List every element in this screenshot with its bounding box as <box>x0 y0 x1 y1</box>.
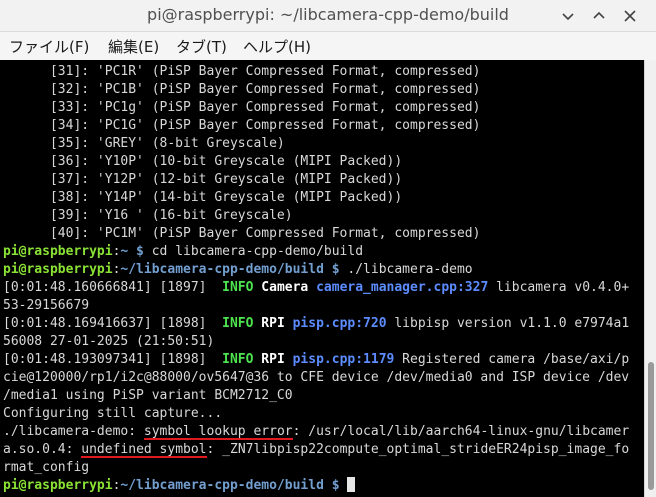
prompt-user: pi@raspberrypi <box>3 244 113 259</box>
menu-tabs[interactable]: タブ(T) <box>176 36 227 57</box>
menu-file[interactable]: ファイル(F) <box>9 36 89 57</box>
prompt-user: pi@raspberrypi <box>3 478 113 493</box>
log-line: [0:01:48.160666841] [1897] INFO Camera c… <box>3 279 629 297</box>
error-line: a.so.0.4: undefined symbol: _ZN7libpisp2… <box>3 441 629 459</box>
error-prefix: ./libcamera-demo: <box>3 424 144 439</box>
log-source: pisp.cpp:1179 <box>292 352 395 367</box>
prompt-user: pi@raspberrypi <box>3 262 113 277</box>
log-level: INFO <box>222 352 254 367</box>
log-message: libcamera v0.4.0+ <box>488 280 630 295</box>
text-cursor <box>347 477 356 492</box>
maximize-icon[interactable] <box>589 6 609 26</box>
terminal-window: pi@raspberrypi: ~/libcamera-cpp-demo/bui… <box>0 0 656 497</box>
prompt-line: pi@raspberrypi:~/libcamera-cpp-demo/buil… <box>3 261 473 279</box>
output-line: [37]: 'Y12P' (12-bit Greyscale (MIPI Pac… <box>3 172 403 187</box>
log-level: INFO <box>222 280 254 295</box>
command-text: cd libcamera-cpp-demo/build <box>143 244 364 259</box>
log-source: camera_manager.cpp:327 <box>316 280 489 295</box>
log-category: RPI <box>261 352 285 367</box>
log-line: 53-29156679 <box>3 298 90 313</box>
output-line: [39]: 'Y16 ' (16-bit Greyscale) <box>3 208 293 223</box>
scrollbar-thumb[interactable] <box>648 362 654 490</box>
log-line: [0:01:48.193097341] [1898] INFO RPI pisp… <box>3 351 629 369</box>
log-category: RPI <box>261 316 285 331</box>
close-icon[interactable] <box>620 6 640 26</box>
output-line: [35]: 'GREY' (8-bit Greyscale) <box>3 136 285 151</box>
prompt-path: ~/libcamera-cpp-demo/build $ <box>120 478 340 493</box>
menu-help[interactable]: ヘルプ(H) <box>243 36 311 57</box>
error-line: ./libcamera-demo: symbol lookup error: /… <box>3 423 629 441</box>
menu-edit[interactable]: 編集(E) <box>108 36 159 57</box>
prompt-line: pi@raspberrypi:~/libcamera-cpp-demo/buil… <box>3 477 356 495</box>
menu-bar: ファイル(F) 編集(E) タブ(T) ヘルプ(H) <box>0 32 656 60</box>
error-prefix: a.so.0.4: <box>3 442 82 457</box>
terminal-output[interactable]: [31]: 'PC1R' (PiSP Bayer Compressed Form… <box>0 60 644 497</box>
log-category: Camera <box>261 280 309 295</box>
error-text: : _ZN7libpisp22compute_optimal_strideER2… <box>206 442 630 457</box>
error-line: rmat_config <box>3 460 90 475</box>
output-line: Configuring still capture... <box>3 406 223 421</box>
log-line: [0:01:48.169416637] [1898] INFO RPI pisp… <box>3 315 629 333</box>
error-text: : /usr/local/lib/aarch64-linux-gnu/libca… <box>292 424 630 439</box>
log-prefix: [0:01:48.160666841] [1897] <box>3 280 223 295</box>
prompt-line: pi@raspberrypi:~ $ cd libcamera-cpp-demo… <box>3 243 363 261</box>
log-line: 56008 27-01-2025 (21:50:51) <box>3 334 215 349</box>
prompt-path: ~ $ <box>120 244 144 259</box>
log-source: pisp.cpp:720 <box>292 316 387 331</box>
log-message: libpisp version v1.1.0 e7974a1 <box>386 316 630 331</box>
log-message: Registered camera /base/axi/p <box>394 352 630 367</box>
output-line: [34]: 'PC1G' (PiSP Bayer Compressed Form… <box>3 118 481 133</box>
output-line: [32]: 'PC1B' (PiSP Bayer Compressed Form… <box>3 82 481 97</box>
prompt-path: ~/libcamera-cpp-demo/build $ <box>120 262 340 277</box>
log-level: INFO <box>222 316 254 331</box>
output-line: [38]: 'Y14P' (14-bit Greyscale (MIPI Pac… <box>3 190 403 205</box>
output-line: [40]: 'PC1M' (PiSP Bayer Compressed Form… <box>3 226 481 241</box>
log-prefix: [0:01:48.193097341] [1898] <box>3 352 223 367</box>
minimize-icon[interactable] <box>558 6 578 26</box>
output-line: [36]: 'Y10P' (10-bit Greyscale (MIPI Pac… <box>3 154 403 169</box>
log-prefix: [0:01:48.169416637] [1898] <box>3 316 223 331</box>
error-highlight-underlined: undefined symbol <box>81 442 207 457</box>
output-line: [31]: 'PC1R' (PiSP Bayer Compressed Form… <box>3 64 481 79</box>
command-text: ./libcamera-demo <box>339 262 473 277</box>
vertical-scrollbar[interactable] <box>644 60 656 497</box>
output-line: [33]: 'PC1g' (PiSP Bayer Compressed Form… <box>3 100 481 115</box>
error-highlight-underlined: symbol lookup error <box>143 424 293 439</box>
log-line: cie@120000/rp1/i2c@88000/ov5647@36 to CF… <box>3 370 630 385</box>
log-line: /media1 using PiSP variant BCM2712_C0 <box>3 388 293 403</box>
title-bar[interactable]: pi@raspberrypi: ~/libcamera-cpp-demo/bui… <box>0 0 656 32</box>
